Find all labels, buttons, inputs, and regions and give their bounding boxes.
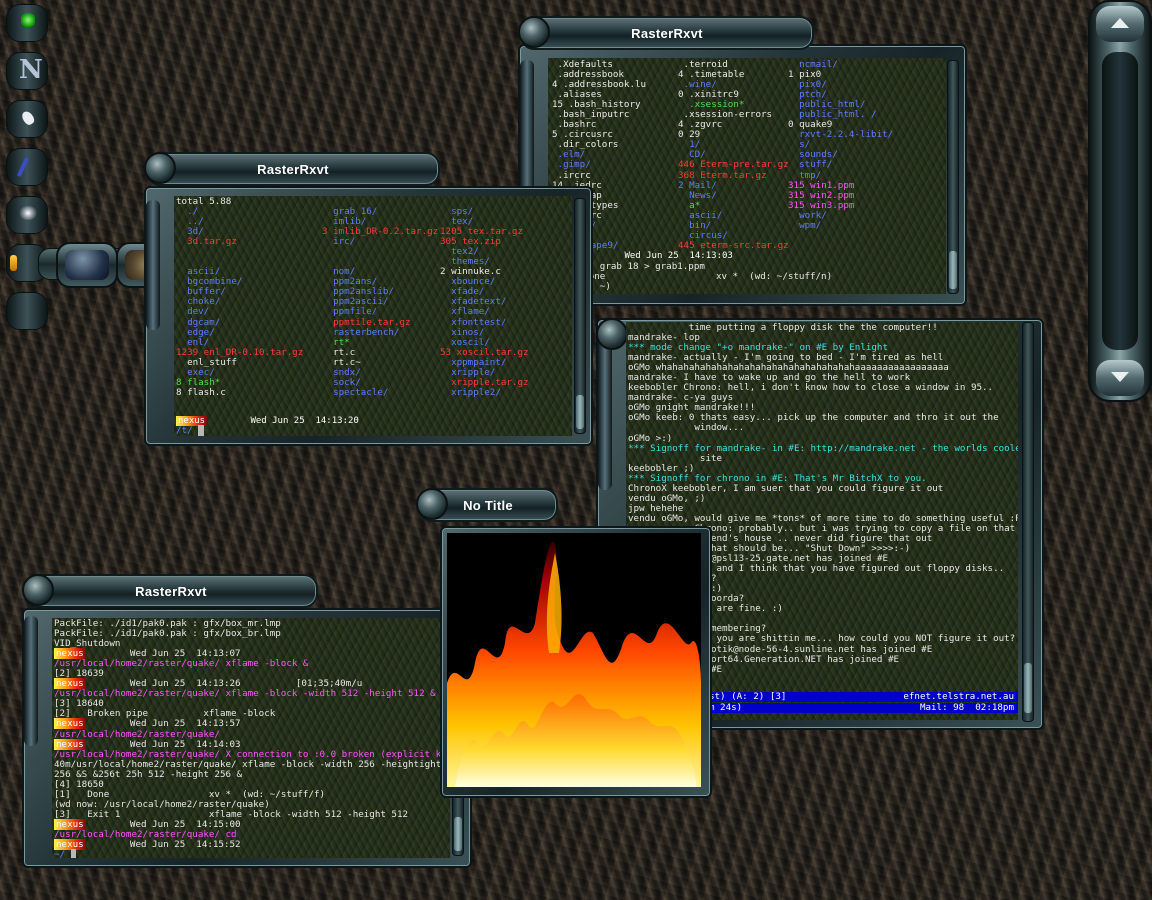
file-entry: 8 flash.c <box>176 386 226 398</box>
file-entry <box>322 247 438 257</box>
terminal-content[interactable]: total 5.88 ./ ../ 3d/ 3d.tar.gz ascii/ b… <box>174 196 572 436</box>
file-entry: 3d.tar.gz <box>176 236 237 248</box>
scroll-down-button[interactable] <box>1096 360 1144 396</box>
scroll-track[interactable] <box>1102 52 1138 350</box>
window-menu-knob[interactable] <box>416 488 448 520</box>
status-date: Wed Jun 25 14:14:03 <box>85 738 241 750</box>
right-scroll-panel <box>1088 0 1152 402</box>
amber-led-icon <box>10 255 17 271</box>
listing-column-1: ./ ../ 3d/ 3d.tar.gz ascii/ bgcombine/ b… <box>176 206 303 398</box>
window-title: RasterRxvt <box>135 583 207 599</box>
listing-column-2: .terroid 4 .timetable .wine/0 .xinitrc9 .… <box>678 59 789 251</box>
prompt-path: ~/ <box>54 849 66 858</box>
pager-desktop-1[interactable] <box>56 242 118 288</box>
file-entry <box>176 247 303 257</box>
server-name: efnet.telstra.net.au <box>903 691 1014 702</box>
prompt-status-line: nexus Wed Jun 25 14:15:52 <box>54 839 450 851</box>
terminal-line: 256 &S &256t 25h 512 -height 256 & <box>54 768 243 780</box>
scroll-up-button[interactable] <box>1096 6 1144 42</box>
window-menu-knob[interactable] <box>144 152 176 184</box>
terminal-line: /usr/local/home2/raster/quake/ xflame -b… <box>54 688 436 700</box>
file-entry: xflame/ <box>440 306 490 318</box>
file-entry: .gimp/ <box>552 159 591 171</box>
dock-monitor-button[interactable] <box>6 4 48 42</box>
file-entry: 446 Eterm-pre.tar.gz <box>678 159 789 171</box>
file-entry <box>788 231 893 241</box>
prompt-path: /t/ <box>176 425 193 436</box>
file-entry: xripple2/ <box>440 386 501 398</box>
window-menu-knob[interactable] <box>22 574 54 606</box>
window-side-ornament <box>146 200 160 330</box>
window-menu-knob[interactable] <box>518 16 550 48</box>
prompt-line: /t/ <box>176 425 204 436</box>
wand-icon <box>16 157 30 177</box>
status-date: Wed Jun 25 14:15:52 <box>85 839 241 851</box>
mail-clock: Mail: 98 02:18pm <box>919 702 1014 713</box>
window-title-bar[interactable]: RasterRxvt <box>24 574 318 608</box>
left-dock: N <box>0 0 50 340</box>
status-date: Wed Jun 25 14:13:20 <box>250 416 359 426</box>
arrow-up-icon <box>1111 18 1129 28</box>
text-cursor <box>198 425 204 436</box>
quill-icon <box>19 109 37 127</box>
file-entry: wpm/ <box>788 219 822 231</box>
window-title: No Title <box>463 497 513 513</box>
text-cursor <box>70 849 77 858</box>
terminal-content[interactable]: PackFile: ./id1/pak0.pak : gfx/box_mr.lm… <box>52 618 450 858</box>
window-side-ornament <box>24 616 38 746</box>
window-title: RasterRxvt <box>631 25 703 41</box>
listing-column-3: sps/ tex/1205 tex.tar.gz 305 tex.zip tex2… <box>440 206 529 398</box>
window-title-bar[interactable]: RasterRxvt <box>146 152 440 186</box>
window-title: RasterRxvt <box>257 161 329 177</box>
prompt-status-line: nexus Wed Jun 25 14:13:57 <box>54 718 450 730</box>
listing-column-3: ncmail/1 pix0 pix0/ ptch/ public_html/ p… <box>788 59 893 251</box>
arrow-down-icon <box>1111 372 1129 382</box>
window-title-bar[interactable]: RasterRxvt <box>520 16 814 50</box>
terminal-scrollbar[interactable] <box>574 198 586 434</box>
file-entry: ppmfile/ <box>322 306 378 318</box>
dock-netscape-button[interactable]: N <box>6 52 48 90</box>
green-led-icon <box>21 13 35 27</box>
netscape-icon: N <box>19 55 43 85</box>
file-entry: 445 eterm-src.tar.gz <box>678 239 789 251</box>
file-entry: spectacle/ <box>322 386 389 398</box>
irc-message: vendu oGMo, ;) <box>628 492 706 504</box>
disc-icon <box>19 206 37 220</box>
prompt-line: ~/ <box>54 849 450 858</box>
dock-cd-button[interactable] <box>6 196 48 234</box>
dock-extra-button[interactable] <box>6 292 48 330</box>
irc-message: window... <box>628 422 745 434</box>
terminal-content[interactable]: .Xdefaults .addressbook 4 .addressbook.lu… <box>548 58 946 294</box>
terminal-output: PackFile: ./id1/pak0.pak : gfx/box_mr.lm… <box>54 618 450 858</box>
window-side-ornament <box>520 60 534 200</box>
host-tag: nexus <box>54 718 86 730</box>
listing-column-2: grab 16/ imlib/3 imlib_DR-0.2.tar.gz irc… <box>322 206 438 398</box>
status-date: Wed Jun 25 14:13:57 <box>85 718 241 730</box>
irc-scrollbar[interactable] <box>1022 322 1034 722</box>
terminal-scrollbar[interactable] <box>947 60 959 294</box>
file-entry <box>788 241 893 251</box>
dock-mail-button[interactable] <box>6 100 48 138</box>
flame-animation <box>447 533 701 787</box>
status-date: Wed Jun 25 14:13:03 <box>624 251 733 261</box>
file-entry: dev/ <box>176 306 210 318</box>
host-tag: nexus <box>54 738 86 750</box>
terminal-line: /usr/local/home2/raster/quake/ xflame -b… <box>54 658 309 670</box>
fire-image <box>447 533 701 787</box>
dock-tool-button[interactable] <box>6 148 48 186</box>
file-entry: stuff/ <box>788 159 833 171</box>
window-menu-knob[interactable] <box>596 318 628 350</box>
window-side-ornament <box>598 330 612 490</box>
file-entry: irc/ <box>322 236 356 248</box>
